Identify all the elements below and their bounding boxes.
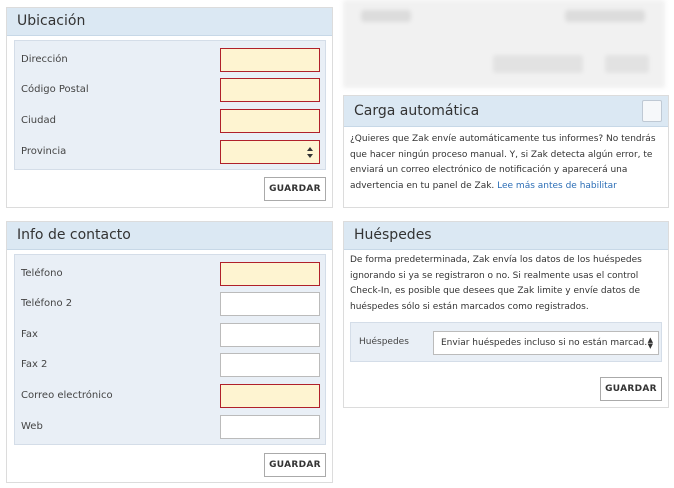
fax2-input[interactable] <box>220 353 320 377</box>
fax-label: Fax <box>21 329 38 340</box>
fax2-label: Fax 2 <box>21 359 48 370</box>
blurred-content <box>343 0 665 88</box>
carga-panel: Carga automática ¿Quieres que Zak envíe … <box>343 95 669 208</box>
fax-row: Fax <box>15 323 325 349</box>
telefono2-input[interactable] <box>220 292 320 316</box>
correo-label: Correo electrónico <box>21 390 113 401</box>
codigo-postal-row: Código Postal <box>15 78 325 104</box>
provincia-label: Provincia <box>21 146 67 157</box>
telefono-input[interactable] <box>220 262 320 286</box>
blurred-bar <box>565 10 645 22</box>
fax2-row: Fax 2 <box>15 353 325 379</box>
huespedes-select-value: Enviar huéspedes incluso si no están mar… <box>441 338 654 348</box>
carga-title-text: Carga automática <box>354 103 480 119</box>
ubicacion-panel: Ubicación Dirección Código Postal Ciudad… <box>6 7 333 208</box>
huespedes-panel: Huéspedes De forma predeterminada, Zak e… <box>343 221 669 408</box>
contacto-title: Info de contacto <box>7 222 332 250</box>
telefono-label: Teléfono <box>21 268 63 279</box>
web-input[interactable] <box>220 415 320 439</box>
huespedes-form: Huéspedes Enviar huéspedes incluso si no… <box>350 322 662 362</box>
direccion-input[interactable] <box>220 48 320 72</box>
provincia-select[interactable] <box>220 140 320 164</box>
carga-description: ¿Quieres que Zak envíe automáticamente t… <box>350 132 668 194</box>
direccion-label: Dirección <box>21 54 68 65</box>
auto-upload-toggle[interactable] <box>642 100 662 122</box>
ciudad-row: Ciudad <box>15 109 325 135</box>
huespedes-title: Huéspedes <box>344 222 668 250</box>
blurred-bar <box>361 10 411 22</box>
web-label: Web <box>21 421 43 432</box>
codigo-postal-input[interactable] <box>220 78 320 102</box>
huespedes-select-label: Huéspedes <box>359 337 409 347</box>
telefono2-row: Teléfono 2 <box>15 292 325 318</box>
ubicacion-form: Dirección Código Postal Ciudad Provincia <box>14 40 326 170</box>
ubicacion-title: Ubicación <box>7 8 332 36</box>
contacto-save-button[interactable]: GUARDAR <box>264 453 326 477</box>
select-arrows-icon: ▲ ▼ <box>647 336 653 350</box>
fax-input[interactable] <box>220 323 320 347</box>
blurred-bar <box>493 55 583 73</box>
huespedes-select[interactable]: Enviar huéspedes incluso si no están mar… <box>433 331 659 355</box>
ciudad-input[interactable] <box>220 109 320 133</box>
carga-read-more-link[interactable]: Lee más antes de habilitar <box>497 181 617 191</box>
telefono-row: Teléfono <box>15 262 325 288</box>
telefono2-label: Teléfono 2 <box>21 298 73 309</box>
correo-input[interactable] <box>220 384 320 408</box>
direccion-row: Dirección <box>15 48 325 74</box>
contacto-form: Teléfono Teléfono 2 Fax Fax 2 Correo ele… <box>14 254 326 445</box>
codigo-postal-label: Código Postal <box>21 84 89 95</box>
ciudad-label: Ciudad <box>21 115 56 126</box>
correo-row: Correo electrónico <box>15 384 325 410</box>
huespedes-description: De forma predeterminada, Zak envía los d… <box>350 255 642 312</box>
web-row: Web <box>15 415 325 441</box>
blurred-bar <box>605 55 649 73</box>
huespedes-save-button[interactable]: GUARDAR <box>600 377 662 401</box>
ubicacion-save-button[interactable]: GUARDAR <box>264 177 326 201</box>
contacto-panel: Info de contacto Teléfono Teléfono 2 Fax… <box>6 221 333 483</box>
carga-title: Carga automática <box>344 96 668 127</box>
provincia-row: Provincia <box>15 140 325 166</box>
